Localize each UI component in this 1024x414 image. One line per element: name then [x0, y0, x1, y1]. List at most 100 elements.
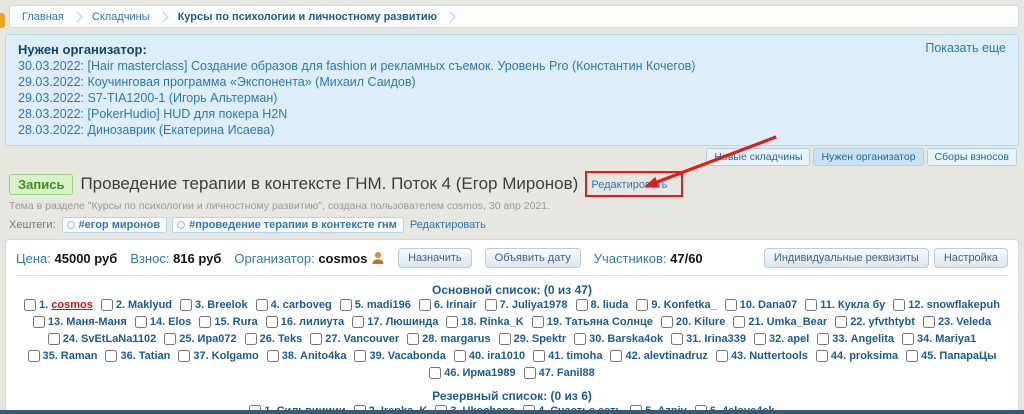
member-checkbox-item[interactable]: 37.Kolgamo — [178, 350, 258, 362]
member-checkbox-item[interactable]: 32.apel — [754, 333, 809, 345]
member-checkbox-item[interactable]: 29.Spektr — [499, 333, 567, 345]
organizer-username-link[interactable]: cosmos — [318, 251, 367, 266]
member-checkbox[interactable] — [33, 316, 45, 328]
member-username-link[interactable]: лилиута — [299, 316, 344, 328]
member-checkbox[interactable] — [574, 333, 586, 345]
edit-hashtags-link[interactable]: Редактировать — [410, 219, 486, 231]
member-checkbox[interactable] — [636, 299, 648, 311]
member-checkbox-item[interactable]: 2.Maklyud — [101, 299, 172, 311]
member-checkbox[interactable] — [485, 299, 497, 311]
assign-organizer-button[interactable]: Назначить — [398, 248, 472, 268]
member-username-link[interactable]: Dana07 — [758, 299, 797, 311]
member-checkbox[interactable] — [266, 316, 278, 328]
member-username-link[interactable]: carboveg — [283, 299, 332, 311]
member-checkbox-item[interactable]: 10.Dana07 — [725, 299, 797, 311]
member-checkbox-item[interactable]: 40.ira1010 — [454, 350, 525, 362]
member-checkbox[interactable] — [661, 316, 673, 328]
member-username-link[interactable]: Mariya1 — [935, 333, 976, 345]
member-username-link[interactable]: apel — [787, 333, 809, 345]
member-checkbox[interactable] — [576, 299, 588, 311]
member-checkbox[interactable] — [429, 367, 441, 379]
member-checkbox[interactable] — [923, 316, 935, 328]
member-username-link[interactable]: Veleda — [956, 316, 991, 328]
member-checkbox[interactable] — [902, 333, 914, 345]
member-checkbox-item[interactable]: 9.Konfetka_ — [636, 299, 716, 311]
member-checkbox-item[interactable]: 42.alevtinadruz — [610, 350, 707, 362]
member-checkbox[interactable] — [835, 316, 847, 328]
member-username-link[interactable]: Vacabonda — [388, 350, 446, 362]
member-checkbox-item[interactable]: 19.Татьяна Солнце — [532, 316, 653, 328]
member-checkbox-item[interactable]: 20.Kilure — [661, 316, 725, 328]
need-organizer-thread-link[interactable]: Коучинговая программа «Экспонента» (Миха… — [88, 75, 416, 89]
member-checkbox[interactable] — [499, 333, 511, 345]
filter-tab[interactable]: Нужен организатор — [813, 148, 923, 166]
member-username-link[interactable]: Kilure — [694, 316, 725, 328]
settings-button[interactable]: Настройка — [934, 248, 1008, 268]
member-checkbox[interactable] — [178, 350, 190, 362]
member-checkbox-item[interactable]: 7.Juliya1978 — [485, 299, 568, 311]
member-checkbox[interactable] — [48, 333, 60, 345]
member-checkbox[interactable] — [532, 316, 544, 328]
member-checkbox-item[interactable]: 1.cosmos — [24, 299, 93, 311]
member-checkbox[interactable] — [267, 350, 279, 362]
member-checkbox[interactable] — [101, 299, 113, 311]
member-username-link[interactable]: Maklyud — [128, 299, 172, 311]
member-checkbox-item[interactable]: 43.Nuttertools — [716, 350, 808, 362]
member-checkbox[interactable] — [893, 299, 905, 311]
member-username-link[interactable]: snowflakepuh — [927, 299, 1000, 311]
member-username-link[interactable]: Angelita — [851, 333, 894, 345]
need-organizer-thread-link[interactable]: S7-TIA1200-1 (Игорь Альтерман) — [88, 91, 278, 105]
member-username-link[interactable]: Люшинда — [386, 316, 439, 328]
member-checkbox-item[interactable]: 44.proksima — [816, 350, 898, 362]
member-checkbox[interactable] — [256, 299, 268, 311]
member-checkbox-item[interactable]: 27.Vancouver — [310, 333, 399, 345]
member-checkbox[interactable] — [446, 316, 458, 328]
breadcrumb-item[interactable]: Курсы по психологии и личностному развит… — [176, 11, 440, 23]
member-username-link[interactable]: Ирма1989 — [463, 367, 516, 379]
need-organizer-thread-link[interactable]: Динозаврик (Екатерина Исаева) — [88, 123, 275, 137]
member-checkbox-item[interactable]: 26.Teks — [245, 333, 303, 345]
member-username-link[interactable]: margarus — [440, 333, 490, 345]
need-organizer-thread-link[interactable]: [Hair masterclass] Создание образов для … — [88, 59, 696, 73]
member-username-link[interactable]: Anito4ka — [300, 350, 346, 362]
member-checkbox[interactable] — [733, 316, 745, 328]
member-checkbox[interactable] — [164, 333, 176, 345]
member-checkbox[interactable] — [610, 350, 622, 362]
member-checkbox[interactable] — [816, 350, 828, 362]
member-checkbox[interactable] — [524, 367, 536, 379]
member-checkbox-item[interactable]: 47.Fanil88 — [524, 367, 595, 379]
member-checkbox-item[interactable]: 46.Ирма1989 — [429, 367, 515, 379]
member-checkbox[interactable] — [671, 333, 683, 345]
member-checkbox-item[interactable]: 23.Veleda — [923, 316, 991, 328]
member-username-link[interactable]: ПапараЦы — [939, 350, 996, 362]
member-username-link[interactable]: Tatian — [139, 350, 171, 362]
member-checkbox-item[interactable]: 13.Маня-Маня — [33, 316, 127, 328]
member-checkbox-item[interactable]: 3.Breelok — [180, 299, 248, 311]
member-username-link[interactable]: Rinka_K — [480, 316, 524, 328]
member-username-link[interactable]: Ира072 — [198, 333, 237, 345]
individual-requisites-button[interactable]: Индивидуальные реквизиты — [764, 248, 929, 268]
member-checkbox-item[interactable]: 6.Irinair — [419, 299, 477, 311]
member-username-link[interactable]: Konfetka_ — [664, 299, 717, 311]
member-username-link[interactable]: Irinair — [446, 299, 477, 311]
member-checkbox[interactable] — [407, 333, 419, 345]
member-checkbox[interactable] — [310, 333, 322, 345]
hashtag-pill[interactable]: #проведение терапии в контексте гнм — [172, 217, 404, 233]
member-checkbox[interactable] — [28, 350, 40, 362]
member-checkbox[interactable] — [725, 299, 737, 311]
member-username-link[interactable]: Rura — [233, 316, 258, 328]
member-username-link[interactable]: SvEtLaNa1102 — [81, 333, 156, 345]
announce-date-button[interactable]: Объявить дату — [485, 248, 581, 268]
member-username-link[interactable]: liuda — [603, 299, 629, 311]
member-checkbox-item[interactable]: 36.Tatian — [105, 350, 170, 362]
filter-tab[interactable]: Новые складчины — [706, 148, 810, 166]
member-username-link[interactable]: Umka_Bear — [767, 316, 828, 328]
member-checkbox[interactable] — [454, 350, 466, 362]
member-username-link[interactable]: Маня-Маня — [66, 316, 127, 328]
member-username-link[interactable]: Juliya1978 — [512, 299, 568, 311]
member-checkbox-item[interactable]: 4.carboveg — [256, 299, 332, 311]
breadcrumb-item[interactable]: Складчины — [90, 11, 152, 23]
member-checkbox[interactable] — [354, 350, 366, 362]
member-checkbox[interactable] — [352, 316, 364, 328]
member-checkbox-item[interactable]: 31.Irina339 — [671, 333, 746, 345]
